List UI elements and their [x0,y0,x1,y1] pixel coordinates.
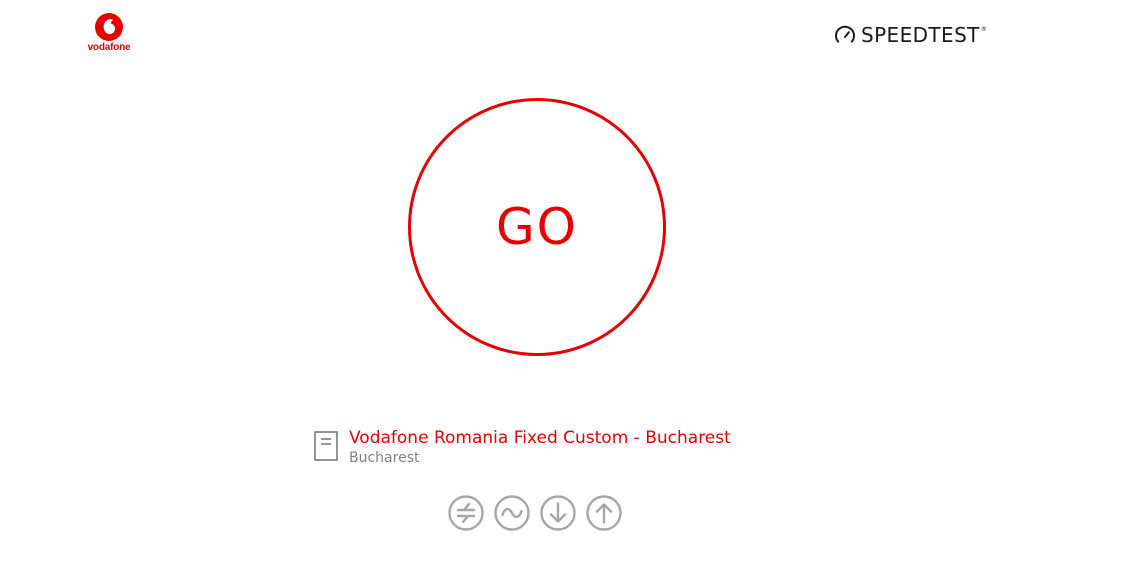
speedtest-logo[interactable]: SPEEDTEST ® [834,22,987,48]
trademark-symbol: ® [980,26,987,33]
upload-metric [586,495,622,531]
vodafone-speechmark-icon [95,13,123,41]
upload-icon [586,495,622,531]
download-metric [540,495,576,531]
jitter-metric [494,495,530,531]
server-selector[interactable]: Vodafone Romania Fixed Custom - Buchares… [312,426,731,466]
jitter-icon [494,495,530,531]
server-icon [314,431,338,461]
server-location: Bucharest [349,450,420,466]
gauge-icon [835,25,855,43]
ping-icon [448,495,484,531]
vodafone-wordmark: vodafone [87,42,131,53]
ping-metric [448,495,484,531]
go-button[interactable]: GO [408,98,666,356]
metric-icons-row [448,495,622,531]
server-name-link[interactable]: Vodafone Romania Fixed Custom - Buchares… [349,426,731,450]
speedtest-wordmark: SPEEDTEST [861,23,980,47]
go-label: GO [495,198,579,256]
download-icon [540,495,576,531]
server-details: Vodafone Romania Fixed Custom - Buchares… [349,426,731,466]
vodafone-logo[interactable]: vodafone [84,12,134,58]
